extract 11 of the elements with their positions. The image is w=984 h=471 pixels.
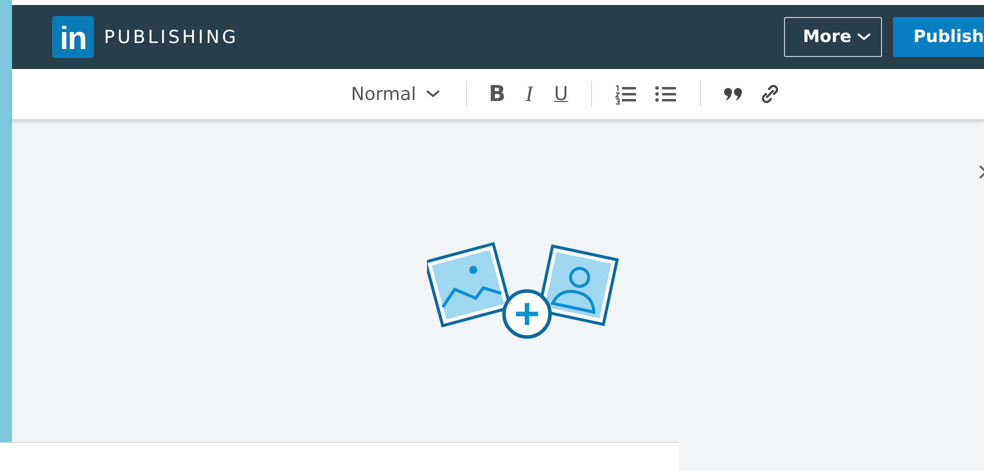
link-icon[interactable]	[761, 85, 780, 103]
logo[interactable]: in	[52, 16, 94, 58]
underline-button[interactable]: U	[545, 83, 578, 105]
publish-button[interactable]: Publish	[893, 17, 984, 57]
caret-icon	[426, 90, 440, 98]
more-button[interactable]: More	[784, 17, 882, 57]
italic-button[interactable]: I	[513, 81, 546, 107]
bold-button[interactable]: B	[481, 82, 514, 106]
app-title: PUBLISHING	[104, 26, 238, 48]
style-dropdown[interactable]: Normal	[339, 84, 452, 104]
numbered-list-icon[interactable]	[614, 83, 638, 105]
